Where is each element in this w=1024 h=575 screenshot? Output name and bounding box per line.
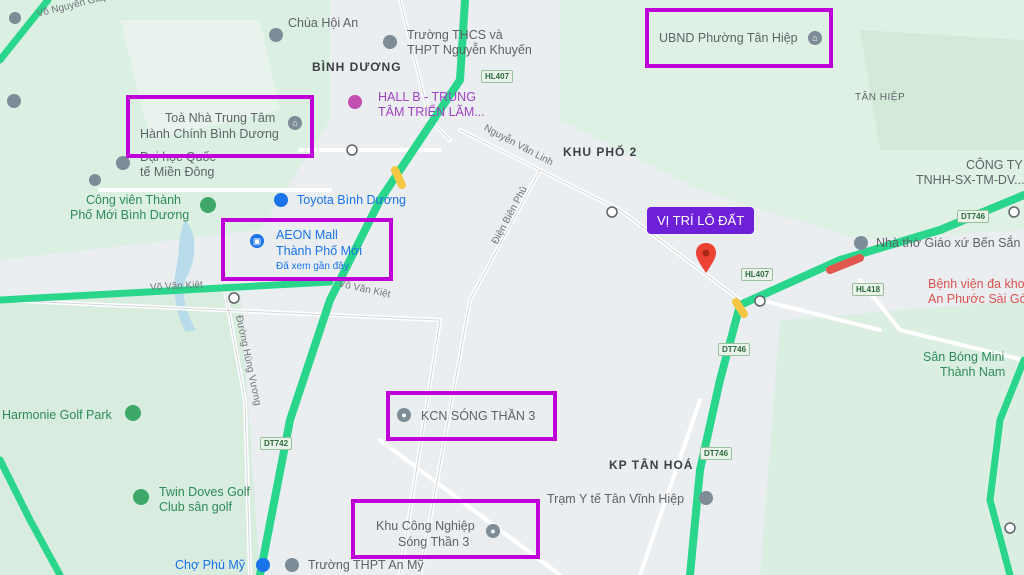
bus-stop-icon [346,144,358,156]
industrial-icon: ● [486,524,500,538]
car-dealer-icon [274,193,288,207]
highlight-label-toa-nha[interactable]: Toà Nhà Trung Tâm [165,110,275,126]
green-area [860,30,1024,150]
highlight-label-ubnd[interactable]: UBND Phường Tân Hiệp [659,30,798,46]
bus-stop-icon [1008,206,1020,218]
poi-cong-vien[interactable]: Công viên Thành [86,193,181,208]
bus-stop-icon [1004,522,1016,534]
poi-benh-vien[interactable]: An Phước Sài Gòn [928,292,1024,307]
highlight-label-aeon[interactable]: AEON Mall [276,227,338,243]
poi-cong-vien[interactable]: Phố Mới Bình Dương [70,208,189,223]
golf-icon [133,489,149,505]
government-icon: ⌂ [808,31,822,45]
route-badge: HL407 [741,268,774,281]
route-badge: HL407 [481,70,514,83]
area-label-kp-tan-hoa: KP TÂN HOÁ [609,458,694,472]
government-icon: ⌂ [288,116,302,130]
highlight-label-kcn[interactable]: KCN SÓNG THẦN 3 [421,408,535,424]
info-icon [9,12,21,24]
highlight-label-aeon-recent: Đã xem gần đây [276,261,349,272]
route-badge: DT746 [957,210,990,223]
route-badge: DT742 [260,437,293,450]
park-icon [200,197,216,213]
hall-icon [348,95,362,109]
highlight-label-toa-nha[interactable]: Hành Chính Bình Dương [140,126,279,142]
route-badge: DT746 [700,447,733,460]
poi-thpt-an-my[interactable]: Trường THPT An Mỹ [308,558,424,573]
school-icon [383,35,397,49]
poi-nha-tho[interactable]: Nhà thờ Giáo xứ Bến Sắn [876,236,1020,251]
poi-chua-hoi-an[interactable]: Chùa Hội An [288,16,358,31]
poi-toyota[interactable]: Toyota Bình Dương [297,193,406,208]
poi-dai-hoc[interactable]: tế Miền Đông [140,165,214,180]
poi-twin-doves[interactable]: Twin Doves Golf [159,485,250,500]
poi-twin-doves[interactable]: Club sân golf [159,500,232,515]
industrial-icon: ● [397,408,411,422]
poi-cong-ty[interactable]: TNHH-SX-TM-DV... [916,173,1024,188]
pin-icon [269,28,283,42]
highlight-label-khu-cn[interactable]: Khu Công Nghiệp [376,518,475,534]
location-callout[interactable]: VỊ TRÍ LÔ ĐẤT [647,207,755,234]
poi-san-bong[interactable]: Sân Bóng Mini [923,350,1004,365]
highlight-label-aeon[interactable]: Thành Phố Mới [276,243,362,259]
poi-benh-vien[interactable]: Bệnh viện đa khoa [928,277,1024,292]
poi-truong-thcs[interactable]: Trường THCS và [407,28,503,43]
poi-san-bong[interactable]: Thành Nam [940,365,1005,380]
bus-stop-icon [606,206,618,218]
poi-hall-b[interactable]: TÂM TRIỂN LÃM... [378,105,485,120]
area-label-khu-pho-2: KHU PHỐ 2 [563,145,638,159]
university-icon [116,156,130,170]
route-badge: HL418 [852,283,885,296]
route-badge: DT746 [718,343,751,356]
bus-stop-icon [754,295,766,307]
info-icon [89,174,101,186]
area-label-binh-duong: BÌNH DƯƠNG [312,60,402,74]
poi-cho-phu-my[interactable]: Chợ Phú Mỹ [175,558,245,573]
poi-harmonie[interactable]: Harmonie Golf Park [2,408,112,423]
info-icon [7,94,21,108]
area-label-tan-hiep: TÂN HIỆP [855,92,906,103]
poi-tram-y-te[interactable]: Trạm Y tế Tân Vĩnh Hiệp [547,492,684,507]
hospital-icon [699,491,713,505]
green-area [760,300,1024,575]
bus-stop-icon [228,292,240,304]
church-icon [854,236,868,250]
school-icon [285,558,299,572]
shopping-icon [256,558,270,572]
highlight-label-khu-cn[interactable]: Sóng Thần 3 [398,534,469,550]
poi-cong-ty[interactable]: CÔNG TY [966,158,1023,173]
golf-icon [125,405,141,421]
shopping-cart-icon: ▣ [250,234,264,248]
poi-hall-b[interactable]: HALL B - TRUNG [378,90,476,105]
poi-truong-thcs[interactable]: THPT Nguyễn Khuyến [407,43,532,58]
